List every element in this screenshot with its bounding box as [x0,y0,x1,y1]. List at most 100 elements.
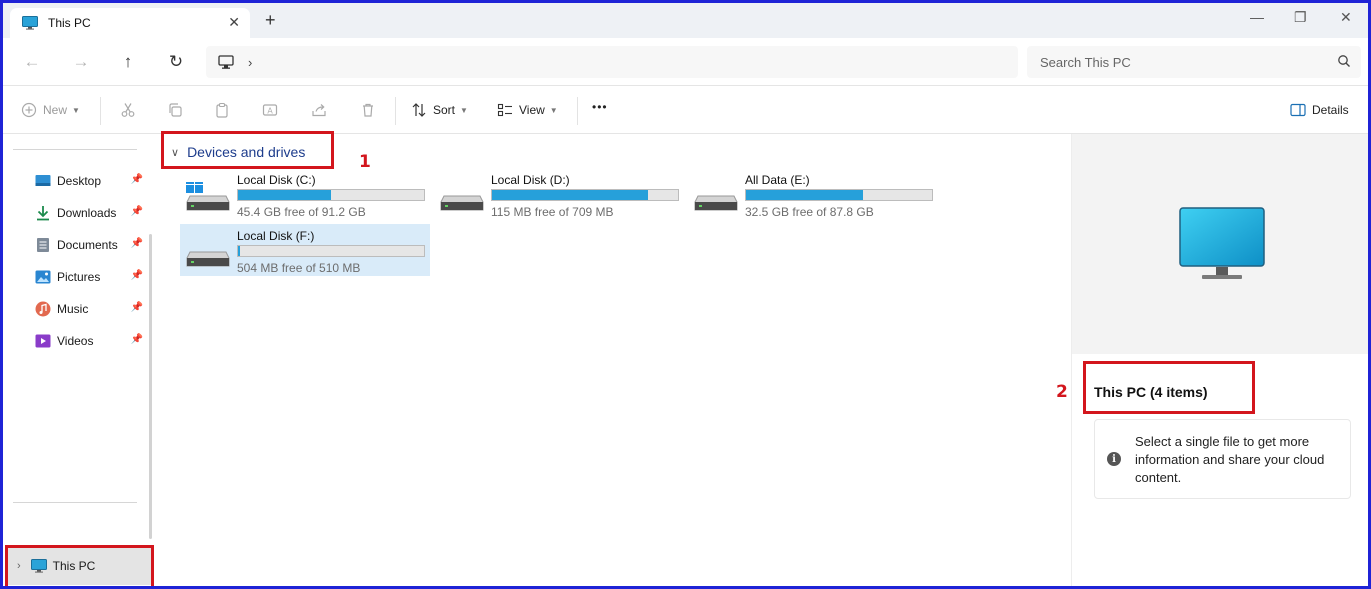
chevron-down-icon: ▼ [72,105,80,115]
share-icon[interactable] [311,102,327,118]
sidebar-item-documents[interactable]: Documents 📌 [35,233,147,257]
pin-icon[interactable]: 📌 [131,174,143,185]
sidebar-item-label: Pictures [57,270,101,284]
paste-icon[interactable] [214,102,230,118]
pin-icon[interactable]: 📌 [131,302,143,313]
rename-icon[interactable]: A [262,102,278,118]
explorer-window: This PC ✕ + — ❐ ✕ ← → ↑ ↻ › Search This … [0,0,1371,589]
close-tab-icon[interactable]: ✕ [228,14,240,31]
file-list-area: ∨ Devices and drives Local Disk (C:) 45.… [161,134,1071,586]
search-input[interactable]: Search This PC [1027,46,1361,78]
svg-text:A: A [267,107,273,116]
new-label: New [43,103,68,117]
drive-free-space: 32.5 GB free of 87.8 GB [745,205,874,219]
drive-usage-fill [492,190,649,200]
annotation-box-this-pc [5,545,154,586]
preview-area [1072,134,1368,354]
pictures-folder-icon [35,269,51,285]
search-icon [1337,54,1351,71]
drive-item[interactable]: All Data (E:) 32.5 GB free of 87.8 GB [688,168,938,220]
divider [577,97,578,125]
view-button[interactable]: View ▼ [497,102,558,118]
annotation-marker-2: 2 [1056,382,1068,402]
drive-item[interactable]: Local Disk (D:) 115 MB free of 709 MB [434,168,684,220]
drive-name: All Data (E:) [745,173,810,187]
pin-icon[interactable]: 📌 [131,206,143,217]
navigation-bar: ← → ↑ ↻ › Search This PC [3,38,1368,86]
downloads-folder-icon [35,205,51,221]
sidebar-item-music[interactable]: Music 📌 [35,297,147,321]
sidebar-item-pictures[interactable]: Pictures 📌 [35,265,147,289]
title-bar: This PC ✕ + — ❐ ✕ [3,3,1368,38]
close-window-button[interactable]: ✕ [1340,9,1352,26]
forward-button[interactable]: → [69,50,93,74]
sidebar-item-downloads[interactable]: Downloads 📌 [35,201,147,225]
details-label: Details [1312,103,1349,117]
details-pane-button[interactable]: Details [1290,102,1349,118]
pin-icon[interactable]: 📌 [131,270,143,281]
drive-usage-fill [238,246,240,256]
documents-folder-icon [35,237,51,253]
drive-usage-bar [745,189,933,201]
sort-button[interactable]: Sort ▼ [411,102,468,118]
info-box: i Select a single file to get more infor… [1094,419,1351,499]
new-button[interactable]: New ▼ [21,102,80,118]
back-button[interactable]: ← [20,50,44,74]
pin-icon[interactable]: 📌 [131,334,143,345]
more-options-button[interactable]: ••• [592,100,608,114]
sidebar-item-label: Music [57,302,89,316]
drive-icon [440,182,484,217]
details-pane-icon [1290,102,1306,118]
refresh-button[interactable]: ↻ [164,50,188,74]
sidebar-item-label: Downloads [57,206,117,220]
search-placeholder: Search This PC [1040,54,1131,70]
cut-icon[interactable] [120,102,136,118]
info-icon: i [1107,452,1121,466]
info-text: Select a single file to get more informa… [1135,434,1325,485]
annotation-box-2 [1083,361,1255,414]
music-folder-icon [35,301,51,317]
drive-item[interactable]: Local Disk (F:) 504 MB free of 510 MB [180,224,430,276]
drive-free-space: 504 MB free of 510 MB [237,261,361,275]
drive-free-space: 115 MB free of 709 MB [491,205,614,219]
address-bar[interactable]: › [206,46,1018,78]
monitor-icon [22,15,38,31]
drive-name: Local Disk (F:) [237,229,315,243]
pin-icon[interactable]: 📌 [131,238,143,249]
delete-icon[interactable] [360,102,376,118]
view-label: View [519,103,545,117]
divider [100,97,101,125]
annotation-marker-1: 1 [359,152,371,172]
videos-folder-icon [35,333,51,349]
sort-label: Sort [433,103,456,117]
sidebar-item-videos[interactable]: Videos 📌 [35,329,147,353]
view-list-icon [497,102,513,118]
drive-usage-bar [491,189,679,201]
tab-this-pc[interactable]: This PC ✕ [10,8,250,38]
copy-icon[interactable] [167,102,183,118]
minimize-button[interactable]: — [1250,9,1264,25]
sidebar-item-label: Videos [57,334,94,348]
up-button[interactable]: ↑ [116,50,140,74]
sidebar-scrollbar[interactable] [149,234,152,539]
sidebar-item-label: Documents [57,238,118,252]
drive-icon [186,238,230,273]
chevron-down-icon: ▼ [460,105,468,115]
breadcrumb-chevron[interactable]: › [248,55,252,70]
computer-icon [218,54,234,70]
divider [395,97,396,125]
maximize-button[interactable]: ❐ [1294,9,1307,26]
plus-circle-icon [21,102,37,118]
navigation-pane: Desktop 📌 Downloads 📌 Documents 📌 Pictur… [3,134,158,586]
new-tab-button[interactable]: + [265,10,276,31]
drive-free-space: 45.4 GB free of 91.2 GB [237,205,366,219]
divider [13,149,137,150]
drive-icon [694,182,738,217]
chevron-down-icon: ▼ [549,105,558,115]
command-bar: New ▼ A Sort ▼ View ▼ ••• Details [3,87,1368,134]
annotation-box-1 [161,131,334,169]
drive-usage-bar [237,245,425,257]
drive-item[interactable]: Local Disk (C:) 45.4 GB free of 91.2 GB [180,168,430,220]
sidebar-item-desktop[interactable]: Desktop 📌 [35,169,147,193]
divider [13,502,137,503]
